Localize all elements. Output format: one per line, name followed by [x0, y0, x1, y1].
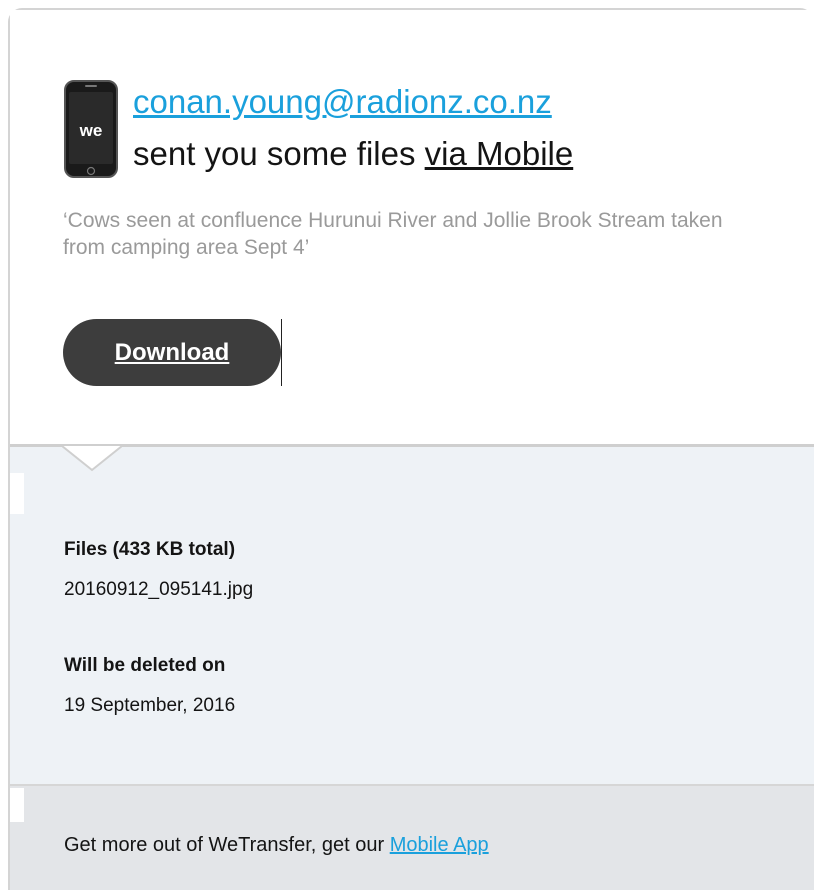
download-button[interactable]: Download — [63, 319, 281, 386]
svg-text:we: we — [79, 121, 103, 140]
footer-left-gap — [10, 788, 24, 822]
transfer-message: ‘Cows seen at confluence Hurunui River a… — [63, 209, 723, 260]
footer-promo-text: Get more out of WeTransfer, get our — [64, 834, 390, 856]
sent-text: sent you some files — [133, 135, 425, 172]
sender-email-link[interactable]: conan.young@radionz.co.nz — [133, 82, 552, 122]
footer-text: Get more out of WeTransfer, get our Mobi… — [64, 834, 489, 857]
mobile-app-link[interactable]: Mobile App — [390, 834, 489, 856]
files-label: Files (433 KB total) — [64, 539, 236, 560]
download-button-label: Download — [114, 338, 230, 366]
button-edge-line — [281, 319, 282, 386]
deletion-label: Will be deleted on — [64, 655, 226, 676]
footer: Get more out of WeTransfer, get our Mobi… — [10, 786, 814, 890]
left-gap — [10, 473, 24, 514]
file-info-section: Files (433 KB total) 20160912_095141.jpg… — [10, 446, 814, 784]
sent-files-line: sent you some files via Mobile — [133, 134, 573, 174]
file-name: 20160912_095141.jpg — [64, 579, 254, 600]
wetransfer-mobile-icon: we — [63, 80, 119, 178]
via-mobile-link[interactable]: via Mobile — [425, 135, 574, 172]
deletion-date: 19 September, 2016 — [64, 695, 236, 716]
